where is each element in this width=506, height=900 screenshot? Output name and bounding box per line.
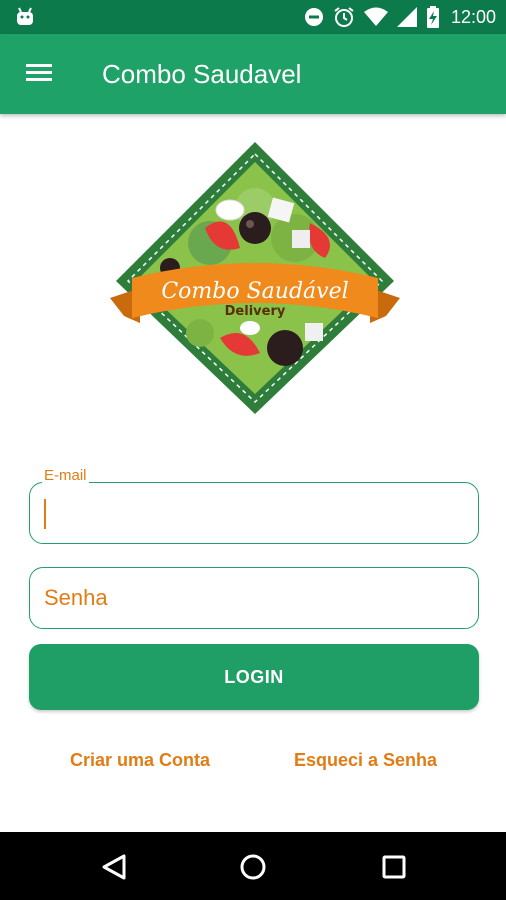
home-icon[interactable] — [236, 850, 270, 884]
text-cursor — [44, 499, 46, 529]
email-field-container — [29, 482, 479, 544]
wifi-icon — [363, 7, 388, 26]
password-input[interactable] — [30, 568, 478, 628]
android-debug-icon — [17, 7, 33, 25]
forgot-password-link[interactable]: Esqueci a Senha — [294, 750, 437, 771]
recents-icon[interactable] — [377, 850, 411, 884]
app-title: Combo Saudavel — [102, 59, 302, 89]
logo-subtitle: Delivery — [225, 304, 286, 319]
combo-saudavel-logo: Combo Saudável Delivery — [110, 142, 400, 414]
logo-title: Combo Saudável — [161, 279, 348, 304]
battery-charging-icon — [426, 6, 439, 28]
login-button[interactable]: LOGIN — [29, 644, 479, 710]
status-bar: 12:00 — [0, 0, 506, 34]
alarm-icon — [334, 7, 354, 27]
email-label: E-mail — [42, 467, 89, 484]
hamburger-menu-icon[interactable] — [22, 58, 56, 88]
system-nav-bar — [0, 832, 506, 900]
password-field-container — [29, 567, 479, 629]
status-time: 12:00 — [450, 6, 496, 27]
back-icon[interactable] — [98, 850, 132, 884]
app-bar: Combo Saudavel — [0, 34, 506, 114]
signal-icon — [396, 7, 417, 27]
create-account-link[interactable]: Criar uma Conta — [70, 750, 210, 771]
do-not-disturb-icon — [304, 8, 323, 26]
email-input[interactable] — [30, 483, 478, 543]
